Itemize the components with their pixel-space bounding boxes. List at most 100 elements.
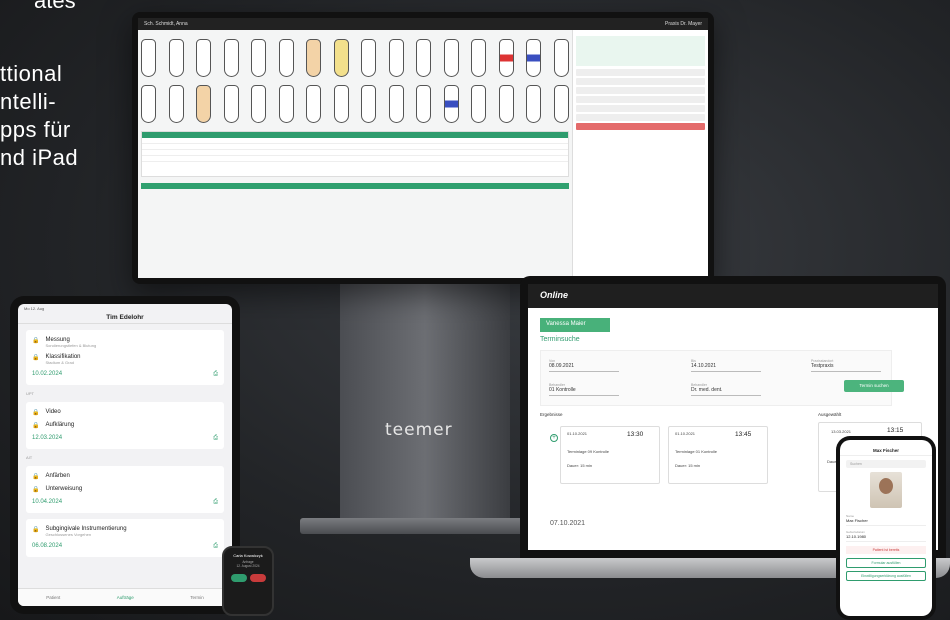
tablet-section: 🔒 Anfärben 🔒 Unterweisung 10.04.2024 ⎙ — [26, 466, 224, 513]
tablet-bottom-nav: Patient Aufträge Termin — [18, 588, 232, 606]
tooth[interactable] — [361, 39, 377, 77]
list-item-title: Unterweisung — [45, 486, 83, 492]
lower-teeth-row — [141, 85, 569, 125]
list-item[interactable]: 🔒 Unterweisung — [32, 483, 218, 496]
danger-button[interactable] — [576, 123, 705, 130]
tooth[interactable] — [278, 85, 294, 123]
tooth[interactable] — [443, 39, 459, 77]
list-item[interactable]: 🔒 Video — [32, 406, 218, 419]
list-item[interactable]: 🔒 Subgingivale Instrumentierung Geschlos… — [32, 523, 218, 540]
action-button[interactable] — [576, 114, 705, 121]
monitor-body — [138, 30, 708, 278]
treatment-select[interactable]: Behandler 01 Kontrolle — [549, 381, 619, 396]
fill-form-button[interactable]: Formular ausfüllen — [846, 558, 926, 568]
section-heading: UPT — [26, 391, 34, 396]
card-date: 01.10.2021 — [567, 431, 588, 436]
tooth[interactable] — [361, 85, 377, 123]
tooth[interactable] — [553, 39, 569, 77]
practice-select[interactable]: Praxisstandort Testpraxis — [811, 357, 881, 372]
tooth[interactable] — [416, 85, 432, 123]
action-button[interactable] — [576, 78, 705, 85]
list-item[interactable]: 🔒 Anfärben — [32, 470, 218, 483]
section-date: 12.03.2024 ⎙ — [32, 432, 218, 445]
card-duration: Dauer: 15 min — [675, 463, 701, 468]
share-icon[interactable]: ⎙ — [213, 371, 218, 378]
tooth[interactable] — [168, 39, 184, 77]
action-button[interactable] — [576, 87, 705, 94]
tooth-marked[interactable] — [498, 39, 514, 77]
field-value: Dr. med. dent. — [691, 387, 723, 393]
tooth[interactable] — [141, 39, 156, 77]
tooth-marked[interactable] — [526, 39, 542, 77]
field-value: 12.10.1980 — [846, 534, 867, 539]
list-item[interactable]: 🔒 Messung Sondierungstiefen & Blutung — [32, 334, 218, 351]
nav-item-appointments[interactable]: Termin — [190, 595, 204, 600]
share-icon[interactable]: ⎙ — [213, 499, 218, 506]
upper-teeth-row — [141, 39, 569, 79]
dentist-select[interactable]: Behandler Dr. med. dent. — [691, 381, 761, 396]
decline-button[interactable] — [249, 574, 266, 582]
share-icon[interactable]: ⎙ — [213, 543, 218, 550]
tooth[interactable] — [388, 85, 404, 123]
tooth[interactable] — [141, 85, 156, 123]
action-button[interactable] — [576, 96, 705, 103]
tooth[interactable] — [333, 85, 349, 123]
appointment-card[interactable]: 01.10.2021 13:45 Terminlage 01 Kontrolle… — [668, 426, 768, 484]
tooth-selected[interactable] — [196, 85, 212, 123]
list-item-sub: Stadium & Grad — [45, 360, 74, 365]
phone-screen: Max Fischer Suchen Name Max Fischer Gebu… — [840, 440, 932, 616]
hero-top-fragment: ates — [34, 0, 76, 13]
table-row[interactable] — [142, 156, 568, 162]
date-to-field[interactable]: Bis 14.10.2021 — [691, 357, 761, 372]
search-input[interactable]: Suchen — [846, 460, 926, 468]
nav-item-tasks[interactable]: Aufträge — [117, 595, 134, 600]
action-button[interactable] — [576, 105, 705, 112]
field-value: 01 Kontrolle — [549, 387, 576, 393]
tooth-selected[interactable] — [306, 39, 322, 77]
appointment-card[interactable]: 01.10.2021 13:30 Terminlage 09 Kontrolle… — [560, 426, 660, 484]
tooth[interactable] — [471, 85, 487, 123]
nav-item-patient[interactable]: Patient — [46, 595, 60, 600]
tooth[interactable] — [553, 85, 569, 123]
tooth[interactable] — [278, 39, 294, 77]
watch-date: 12. August 2024 — [236, 564, 260, 568]
tooth[interactable] — [388, 39, 404, 77]
card-date: 01.10.2021 — [675, 431, 696, 436]
results-date: 07.10.2021 — [550, 520, 586, 527]
action-button[interactable] — [576, 69, 705, 76]
name-field: Name Max Fischer — [846, 512, 926, 526]
tooth-marked[interactable] — [443, 85, 459, 123]
accept-button[interactable] — [230, 574, 247, 582]
card-desc: Terminlage 01 Kontrolle — [675, 449, 718, 454]
patient-card — [576, 36, 705, 66]
monitor-topbar-patient: Sch. Schmidt, Anna — [144, 21, 188, 27]
tooth[interactable] — [498, 85, 514, 123]
tooth[interactable] — [223, 39, 239, 77]
tooth[interactable] — [526, 85, 542, 123]
date-from-field[interactable]: Von 08.09.2021 — [549, 357, 619, 372]
selected-heading: Ausgewählt — [818, 412, 842, 417]
field-value: Max Fischer — [846, 518, 868, 523]
date-text: 10.02.2024 — [32, 371, 63, 377]
tooth[interactable] — [416, 39, 432, 77]
tooth[interactable] — [471, 39, 487, 77]
tooth-selected[interactable] — [333, 39, 349, 77]
search-form: Von 08.09.2021 Bis 14.10.2021 Praxisstan… — [540, 350, 892, 406]
tooth[interactable] — [251, 85, 267, 123]
status-warning: Patient ist bereits — [846, 546, 926, 554]
tooth[interactable] — [168, 85, 184, 123]
list-item[interactable]: 🔒 Klassifikation Stadium & Grad — [32, 351, 218, 368]
list-item[interactable]: 🔒 Aufklärung — [32, 419, 218, 432]
share-icon[interactable]: ⎙ — [213, 435, 218, 442]
tooth[interactable] — [196, 39, 212, 77]
tooth[interactable] — [223, 85, 239, 123]
list-item-title: Anfärben — [45, 473, 70, 479]
brand-logo: teemer — [385, 420, 453, 440]
consent-form-button[interactable]: Einwilligungserklärung ausfüllen — [846, 571, 926, 581]
add-icon[interactable]: + — [550, 434, 558, 442]
hero-line-1: ttional — [0, 61, 63, 86]
tooth[interactable] — [251, 39, 267, 77]
tooth[interactable] — [306, 85, 322, 123]
patient-info-panel — [572, 30, 708, 278]
search-appointment-button[interactable]: Termin suchen — [844, 380, 904, 392]
